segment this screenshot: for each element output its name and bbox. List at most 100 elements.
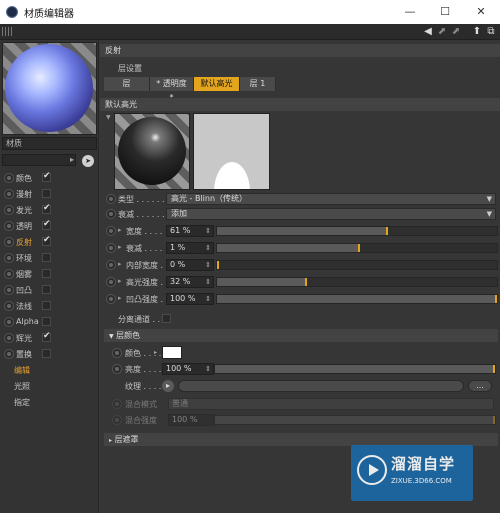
expand-icon[interactable]: ▸: [118, 277, 122, 285]
chevron-down-icon[interactable]: ▸: [70, 154, 80, 166]
maximize-button[interactable]: ☐: [430, 2, 460, 22]
channel-item[interactable]: 辉光: [2, 331, 97, 345]
picker-icon[interactable]: ➤: [82, 155, 94, 167]
channel-checkbox[interactable]: [42, 171, 51, 182]
expand-icon[interactable]: ▸: [118, 294, 122, 302]
type-anim-radio[interactable]: [106, 194, 116, 204]
layer-tab[interactable]: 层 1: [240, 77, 276, 91]
channel-item[interactable]: 环境: [2, 251, 97, 265]
channel-item[interactable]: Alpha: [2, 315, 97, 329]
channel-item[interactable]: 凹凸: [2, 283, 97, 297]
param-anim-radio[interactable]: [106, 243, 116, 253]
back-arrow-icon[interactable]: ◀: [422, 25, 434, 38]
blend-strength-anim-radio[interactable]: [112, 415, 122, 425]
close-button[interactable]: ✕: [466, 2, 496, 22]
param-anim-radio[interactable]: [106, 260, 116, 270]
new-window-icon[interactable]: ⧉: [485, 25, 497, 38]
material-selector[interactable]: [2, 154, 76, 166]
color-anim-radio[interactable]: [112, 348, 122, 358]
channel-item[interactable]: 置换: [2, 347, 97, 361]
channel-radio[interactable]: [4, 269, 14, 279]
channel-radio[interactable]: [4, 317, 14, 327]
extra-item[interactable]: 编辑: [14, 365, 30, 376]
section-layer-color[interactable]: ▼ 层颜色: [104, 329, 498, 342]
channel-checkbox[interactable]: [42, 253, 51, 262]
expand-icon[interactable]: ▸: [118, 226, 122, 234]
attenuation-dropdown[interactable]: 添加 ▼: [166, 208, 496, 220]
channel-checkbox[interactable]: [42, 189, 51, 198]
blend-strength-field[interactable]: 100 %: [168, 414, 214, 426]
channel-radio[interactable]: [4, 333, 14, 343]
texture-more-button[interactable]: ...: [468, 380, 492, 392]
channel-item[interactable]: 烟雾: [2, 267, 97, 281]
channel-radio[interactable]: [4, 301, 14, 311]
channel-checkbox[interactable]: [42, 317, 51, 326]
blend-mode-dropdown[interactable]: 普通: [168, 398, 494, 410]
layer-tab[interactable]: * 透明度 *: [150, 77, 194, 102]
channel-checkbox[interactable]: [42, 269, 51, 278]
param-value-field[interactable]: 0 % ⇕: [166, 259, 214, 271]
channel-item[interactable]: 颜色: [2, 171, 97, 185]
texture-field[interactable]: [178, 380, 464, 392]
pointer-icon[interactable]: ⬈: [436, 25, 448, 38]
layer-tab[interactable]: 默认高光: [194, 77, 240, 91]
channel-radio[interactable]: [4, 253, 14, 263]
channel-radio[interactable]: [4, 221, 14, 231]
attenuation-anim-radio[interactable]: [106, 209, 116, 219]
channel-radio[interactable]: [4, 173, 14, 183]
color-swatch[interactable]: [162, 346, 182, 359]
param-value-field[interactable]: 1 % ⇕: [166, 242, 214, 254]
channel-item[interactable]: 发光: [2, 203, 97, 217]
brightness-slider[interactable]: [214, 364, 496, 374]
param-anim-radio[interactable]: [106, 294, 116, 304]
param-row: ▸ 宽度 . . . . 61 % ⇕: [104, 224, 498, 238]
channel-checkbox[interactable]: [42, 219, 51, 230]
channel-checkbox[interactable]: [42, 285, 51, 294]
channel-checkbox[interactable]: [42, 331, 51, 342]
channel-checkbox[interactable]: [42, 235, 51, 246]
channel-checkbox[interactable]: [42, 203, 51, 214]
expand-icon[interactable]: ▸: [118, 260, 122, 268]
separate-pass-checkbox[interactable]: [162, 314, 171, 323]
param-slider[interactable]: [216, 277, 498, 287]
param-slider[interactable]: [216, 226, 498, 236]
channel-item[interactable]: 漫射: [2, 187, 97, 201]
material-name-field[interactable]: 材质: [2, 137, 97, 150]
channel-radio[interactable]: [4, 285, 14, 295]
type-dropdown[interactable]: 高光 - Blinn（传统） ▼: [166, 193, 496, 205]
channel-radio[interactable]: [4, 189, 14, 199]
layer-tab[interactable]: 层: [104, 77, 150, 91]
channel-item[interactable]: 透明: [2, 219, 97, 233]
brightness-anim-radio[interactable]: [112, 364, 122, 374]
param-slider[interactable]: [216, 260, 498, 270]
param-value-field[interactable]: 32 % ⇕: [166, 276, 214, 288]
channel-checkbox[interactable]: [42, 349, 51, 358]
collapse-triangle-icon[interactable]: ▼: [106, 114, 111, 121]
channel-item[interactable]: 法线: [2, 299, 97, 313]
channel-radio[interactable]: [4, 205, 14, 215]
pointer-alt-icon[interactable]: ⬈: [450, 25, 462, 38]
texture-menu-icon[interactable]: ▸: [162, 380, 174, 392]
expand-icon[interactable]: ▸: [118, 243, 122, 251]
channel-radio[interactable]: [4, 237, 14, 247]
expand-icon[interactable]: ▸: [154, 349, 157, 356]
channel-radio[interactable]: [4, 349, 14, 359]
channel-item[interactable]: 反射: [2, 235, 97, 249]
channel-checkbox[interactable]: [42, 301, 51, 310]
param-slider[interactable]: [216, 243, 498, 253]
param-value-field[interactable]: 61 % ⇕: [166, 225, 214, 237]
material-preview[interactable]: [2, 42, 97, 135]
param-slider[interactable]: [216, 294, 498, 304]
blend-strength-slider[interactable]: [214, 415, 496, 425]
grip-icon[interactable]: [2, 27, 12, 36]
minimize-button[interactable]: —: [395, 2, 425, 22]
param-value-field[interactable]: 100 % ⇕: [166, 293, 214, 305]
specular-preview-ball: [114, 113, 190, 190]
lock-icon[interactable]: ⬆: [471, 25, 483, 38]
blend-mode-anim-radio[interactable]: [112, 399, 122, 409]
extra-item[interactable]: 指定: [14, 397, 30, 408]
brightness-field[interactable]: 100 % ⇕: [162, 363, 214, 375]
param-anim-radio[interactable]: [106, 277, 116, 287]
param-anim-radio[interactable]: [106, 226, 116, 236]
extra-item[interactable]: 光照: [14, 381, 30, 392]
